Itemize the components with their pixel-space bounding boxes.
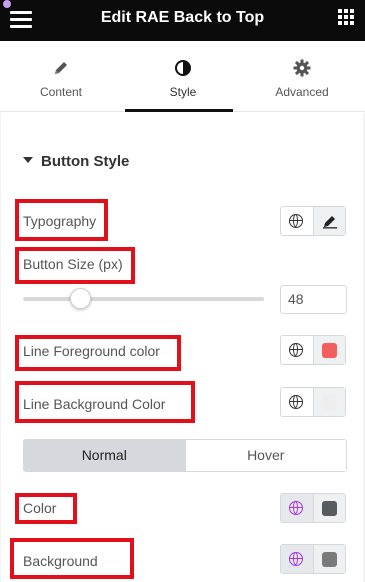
active-tab-indicator: [125, 109, 233, 112]
button-style-section-toggle[interactable]: Button Style: [23, 153, 129, 170]
highlight-box: [15, 199, 108, 241]
panel-body: Button Style Typography Button Size (px)…: [1, 113, 363, 582]
line-background-color-picker[interactable]: [313, 388, 345, 416]
global-color-button[interactable]: [281, 336, 313, 364]
color-controls: [280, 493, 346, 523]
pencil-icon: [55, 62, 67, 74]
highlight-box: [10, 538, 134, 579]
line-background-controls: [280, 387, 346, 417]
button-size-slider-handle[interactable]: [70, 288, 91, 309]
globe-icon: [289, 395, 303, 409]
pencil-icon: [323, 216, 337, 229]
background-controls: [280, 544, 346, 574]
highlight-box: [15, 493, 77, 524]
highlight-box: [15, 247, 135, 284]
line-foreground-controls: [280, 335, 346, 365]
style-panel: Button Style Typography Button Size (px)…: [0, 113, 365, 582]
background-color-picker[interactable]: [313, 545, 345, 573]
highlight-box: [15, 381, 195, 423]
color-swatch: [322, 395, 337, 410]
globe-icon: [289, 214, 303, 228]
half-circle-icon: [175, 60, 191, 76]
tab-content[interactable]: Content: [0, 41, 122, 112]
global-color-button[interactable]: [281, 388, 313, 416]
panel-tabs: Content Style Advanced: [0, 41, 365, 112]
globe-icon: [289, 343, 303, 357]
gear-icon: [293, 59, 311, 77]
tab-style-label: Style: [169, 85, 197, 99]
button-size-input[interactable]: 48: [280, 285, 347, 314]
color-swatch: [322, 343, 337, 358]
tab-advanced[interactable]: Advanced: [241, 41, 363, 112]
global-color-button[interactable]: [281, 494, 313, 522]
color-swatch: [322, 552, 337, 567]
tab-content-label: Content: [39, 85, 83, 99]
color-picker[interactable]: [313, 494, 345, 522]
color-swatch: [322, 501, 337, 516]
edit-typography-button[interactable]: [313, 207, 345, 235]
global-typography-button[interactable]: [281, 207, 313, 235]
state-switcher: Normal Hover: [23, 439, 347, 472]
button-size-slider-track[interactable]: [23, 297, 264, 301]
tab-hover[interactable]: Hover: [184, 440, 346, 471]
globe-icon: [289, 501, 303, 515]
caret-down-icon: [23, 157, 33, 163]
tab-normal[interactable]: Normal: [24, 440, 185, 471]
tab-style[interactable]: Style: [122, 41, 244, 112]
section-title: Button Style: [41, 153, 130, 170]
line-foreground-color-picker[interactable]: [313, 336, 345, 364]
globe-icon: [289, 552, 303, 566]
editor-header: Edit RAE Back to Top: [0, 0, 365, 41]
typography-controls: [280, 206, 346, 236]
panel-title: Edit RAE Back to Top: [100, 9, 265, 26]
tab-advanced-label: Advanced: [275, 85, 329, 99]
widgets-grid-icon[interactable]: [338, 9, 355, 26]
highlight-box: [15, 335, 181, 371]
global-color-button[interactable]: [281, 545, 313, 573]
